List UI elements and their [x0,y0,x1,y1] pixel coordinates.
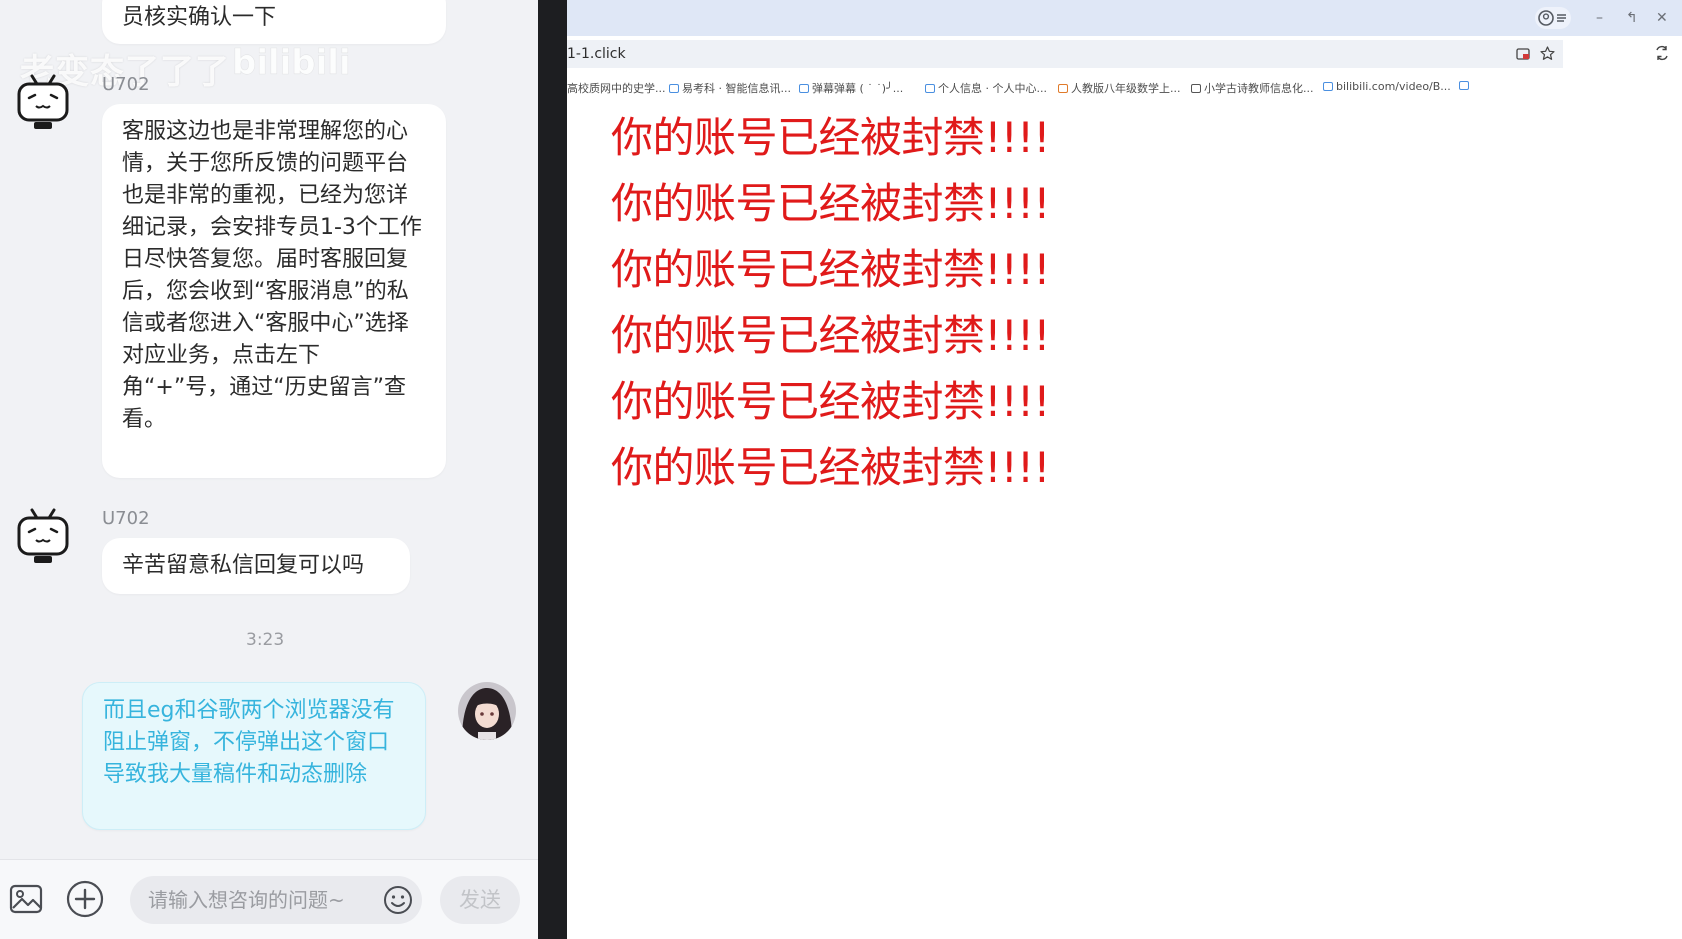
browser-titlebar: – ↰ ✕ [567,0,1682,36]
message-text: 辛苦留意私信回复可以吗 [122,553,365,578]
bookmark-favicon-icon [1191,84,1201,93]
bookmark-star-icon[interactable] [1540,46,1555,61]
profile-icon[interactable] [1535,7,1571,29]
bookmark-favicon-icon[interactable] [1459,81,1469,90]
user-avatar[interactable] [458,682,516,740]
ban-alert-line: 你的账号已经被封禁!!!! [611,377,1050,426]
bookmark-favicon-icon [1058,84,1068,93]
ban-alert-line: 你的账号已经被封禁!!!! [611,179,1050,228]
bilibili-bot-avatar[interactable] [14,72,72,130]
send-button[interactable]: 发送 [440,876,520,924]
extension-icon[interactable] [1654,45,1670,61]
emoji-icon[interactable] [383,885,413,915]
bookmark-item[interactable]: 个人信息 · 个人中心... [925,80,1047,96]
bookmark-item[interactable]: 小学古诗教师信息化... [1191,80,1314,96]
message-text: 客服这边也是非常理解您的心情，关于您所反馈的问题平台也是非常的重视，已经为您详细… [122,119,422,432]
bilibili-watermark-logo: bilibili [232,43,351,84]
sender-username: U702 [102,74,150,95]
browser-window: – ↰ ✕ 1-1.click 高校质网中的史学... 易考科 · 智能信息讯.… [567,0,1682,939]
message-text: 员核实确认一下 [122,5,277,30]
tab-action-icon[interactable] [1516,47,1530,61]
close-icon[interactable]: ✕ [1656,10,1668,26]
watermark-logo-text: bilibili [232,43,351,83]
minimize-icon[interactable]: – [1596,10,1603,26]
screen: 员核实确认一下 老变态了了了 bilibili U702 客服这边也是非常理解您… [0,0,1682,939]
bookmark-favicon-icon [925,84,935,93]
bookmark-item[interactable]: 弹幕弹幕 ( ˙ ˙)╯... [799,80,903,96]
message-timestamp: 3:23 [246,630,285,650]
plus-icon[interactable] [66,880,104,918]
message-bubble: 辛苦留意私信回复可以吗 [102,538,410,594]
ban-alert-line: 你的账号已经被封禁!!!! [611,245,1050,294]
bookmark-item[interactable]: 高校质网中的史学... [567,80,666,96]
bookmark-favicon-icon [669,84,679,93]
bookmark-favicon-icon [1323,82,1333,91]
chat-input-bar: 请输入想咨询的问题~ 发送 [0,859,538,939]
ban-alert-line: 你的账号已经被封禁!!!! [611,311,1050,360]
bookmark-item[interactable]: bilibili.com/video/B... [1323,80,1451,93]
address-bar: 1-1.click [567,36,1682,72]
sender-username: U702 [102,508,150,529]
bilibili-bot-avatar[interactable] [14,506,72,564]
chat-panel: 员核实确认一下 老变态了了了 bilibili U702 客服这边也是非常理解您… [0,0,538,939]
bookmark-favicon-icon [799,84,809,93]
bookmark-item[interactable]: 人教版八年级数学上... [1058,80,1181,96]
ban-alert-line: 你的账号已经被封禁!!!! [611,113,1050,162]
panel-divider [538,0,567,939]
ban-alert-line: 你的账号已经被封禁!!!! [611,443,1050,492]
input-placeholder: 请输入想咨询的问题~ [148,888,345,912]
message-input[interactable]: 请输入想咨询的问题~ [130,876,422,924]
message-bubble: 客服这边也是非常理解您的心情，关于您所反馈的问题平台也是非常的重视，已经为您详细… [102,104,446,478]
my-message-bubble: 而且eg和谷歌两个浏览器没有阻止弹窗，不停弹出这个窗口导致我大量稿件和动态删除 [82,682,426,830]
bookmark-item[interactable]: 易考科 · 智能信息讯... [669,80,791,96]
image-icon[interactable] [9,882,43,916]
my-message-text: 而且eg和谷歌两个浏览器没有阻止弹窗，不停弹出这个窗口导致我大量稿件和动态删除 [103,698,395,787]
restore-icon[interactable]: ↰ [1626,10,1638,26]
bookmarks-bar: 高校质网中的史学... 易考科 · 智能信息讯... 弹幕弹幕 ( ˙ ˙)╯.… [567,74,1682,100]
url-field[interactable]: 1-1.click [567,40,1563,68]
url-text: 1-1.click [567,46,626,62]
